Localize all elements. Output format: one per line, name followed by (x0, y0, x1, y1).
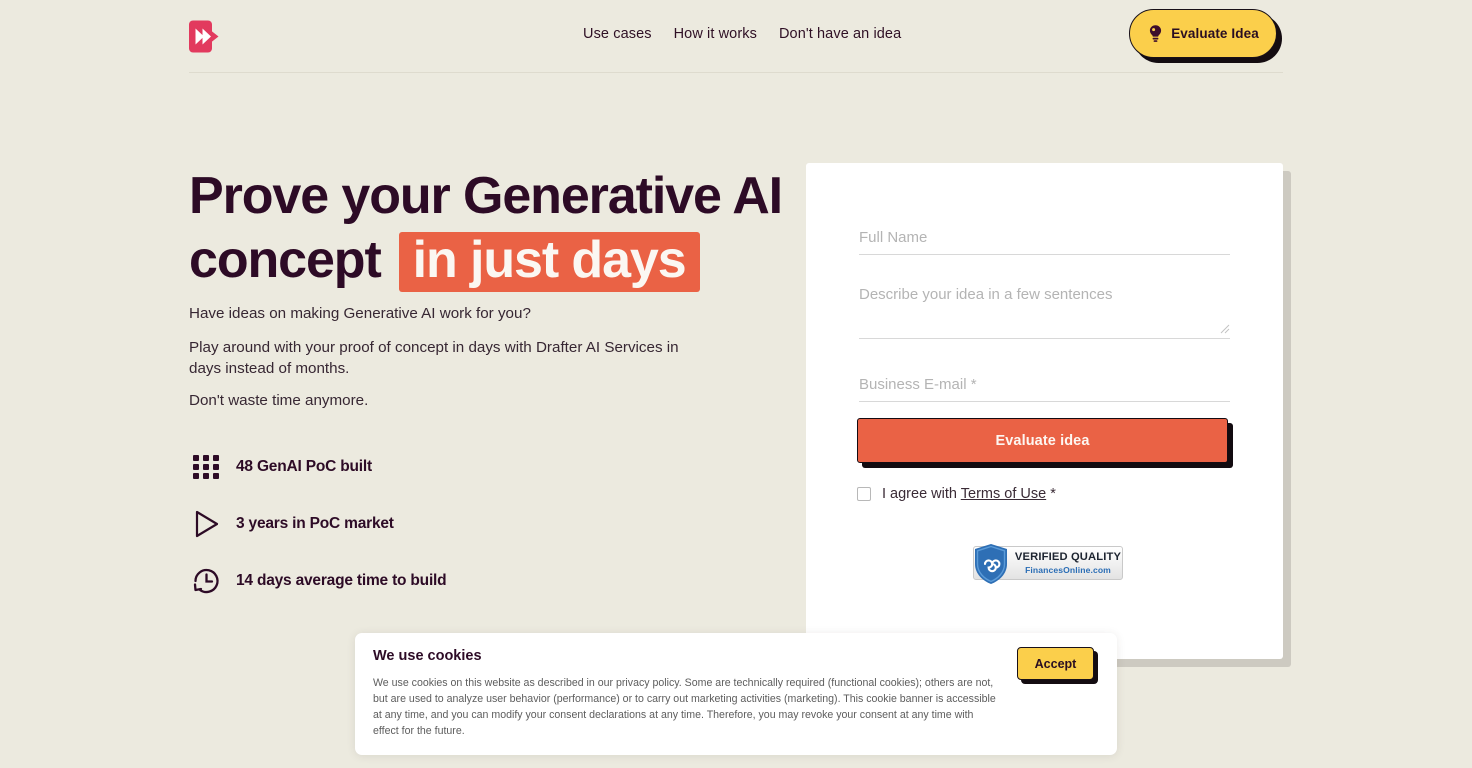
headline-line-2: concept in just days (189, 232, 789, 292)
lightbulb-icon (1150, 25, 1162, 42)
terms-agreement-row: I agree with Terms of Use * (857, 486, 1056, 502)
submit-button-wrapper: Evaluate idea (857, 418, 1233, 468)
hero-section: Prove your Generative AI concept in just … (189, 170, 789, 594)
business-email-field-wrapper (859, 372, 1230, 402)
stat-item-average-build-time: 14 days average time to build (189, 559, 447, 603)
cookie-consent-banner: We use cookies We use cookies on this we… (355, 633, 1117, 755)
grid-icon (193, 455, 219, 479)
hero-stats-list: 48 GenAI PoC built 3 years in PoC market… (189, 445, 447, 616)
stat-item-poc-built: 48 GenAI PoC built (189, 445, 446, 489)
idea-field-wrapper (859, 281, 1230, 339)
terms-agreement-label: I agree with Terms of Use * (882, 486, 1056, 502)
main-nav: Use cases How it works Don't have an ide… (583, 26, 901, 42)
drafter-ai-logo[interactable] (189, 19, 220, 54)
shield-icon (975, 544, 1007, 584)
verified-quality-badge[interactable]: VERIFIED QUALITY FinancesOnline.com (973, 544, 1123, 584)
evaluate-idea-header-button[interactable]: Evaluate Idea (1129, 9, 1277, 58)
cookie-banner-body: We use cookies on this website as descri… (373, 677, 996, 738)
evaluate-idea-submit-button[interactable]: Evaluate idea (857, 418, 1228, 463)
business-email-input[interactable] (859, 372, 1230, 402)
stat-label: 48 GenAI PoC built (236, 458, 372, 475)
evaluate-idea-form-card: Evaluate idea I agree with Terms of Use … (806, 163, 1283, 659)
cookie-banner-title: We use cookies (373, 648, 482, 664)
site-header: Use cases How it works Don't have an ide… (0, 0, 1472, 73)
terms-agreement-checkbox[interactable] (857, 487, 871, 501)
badge-text-block: VERIFIED QUALITY FinancesOnline.com (1014, 551, 1122, 575)
terms-of-use-link[interactable]: Terms of Use (961, 486, 1046, 502)
page-root: Use cases How it works Don't have an ide… (0, 0, 1472, 768)
headline-highlight: in just days (398, 232, 700, 292)
clock-icon (193, 568, 219, 594)
badge-line-1: VERIFIED QUALITY (1014, 551, 1122, 563)
stat-label: 14 days average time to build (236, 572, 447, 589)
terms-prefix: I agree with (882, 486, 957, 502)
nav-item-dont-have-an-idea[interactable]: Don't have an idea (779, 26, 901, 42)
hero-paragraph-1: Have ideas on making Generative AI work … (189, 305, 531, 322)
full-name-input[interactable] (859, 225, 1230, 255)
full-name-field-wrapper (859, 225, 1230, 255)
cta-label: Evaluate Idea (1171, 26, 1259, 41)
badge-line-2: FinancesOnline.com (1025, 565, 1111, 575)
nav-item-use-cases[interactable]: Use cases (583, 26, 652, 42)
header-cta-wrapper: Evaluate Idea (1129, 9, 1282, 63)
cookie-accept-button[interactable]: Accept (1017, 647, 1094, 680)
stat-item-years-in-market: 3 years in PoC market (189, 502, 446, 546)
headline-plain: concept (189, 231, 382, 289)
accept-button-wrapper: Accept (1017, 647, 1098, 684)
nav-item-how-it-works[interactable]: How it works (674, 26, 757, 42)
page-title: Prove your Generative AI concept in just … (189, 170, 789, 292)
hero-paragraph-3: Don't waste time anymore. (189, 392, 369, 409)
hero-paragraph-2: Play around with your proof of concept i… (189, 339, 679, 377)
stat-label: 3 years in PoC market (236, 515, 394, 532)
headline-line-1: Prove your Generative AI (189, 167, 783, 225)
idea-textarea[interactable] (859, 281, 1230, 339)
play-icon (195, 510, 219, 538)
terms-required-asterisk: * (1050, 486, 1056, 502)
